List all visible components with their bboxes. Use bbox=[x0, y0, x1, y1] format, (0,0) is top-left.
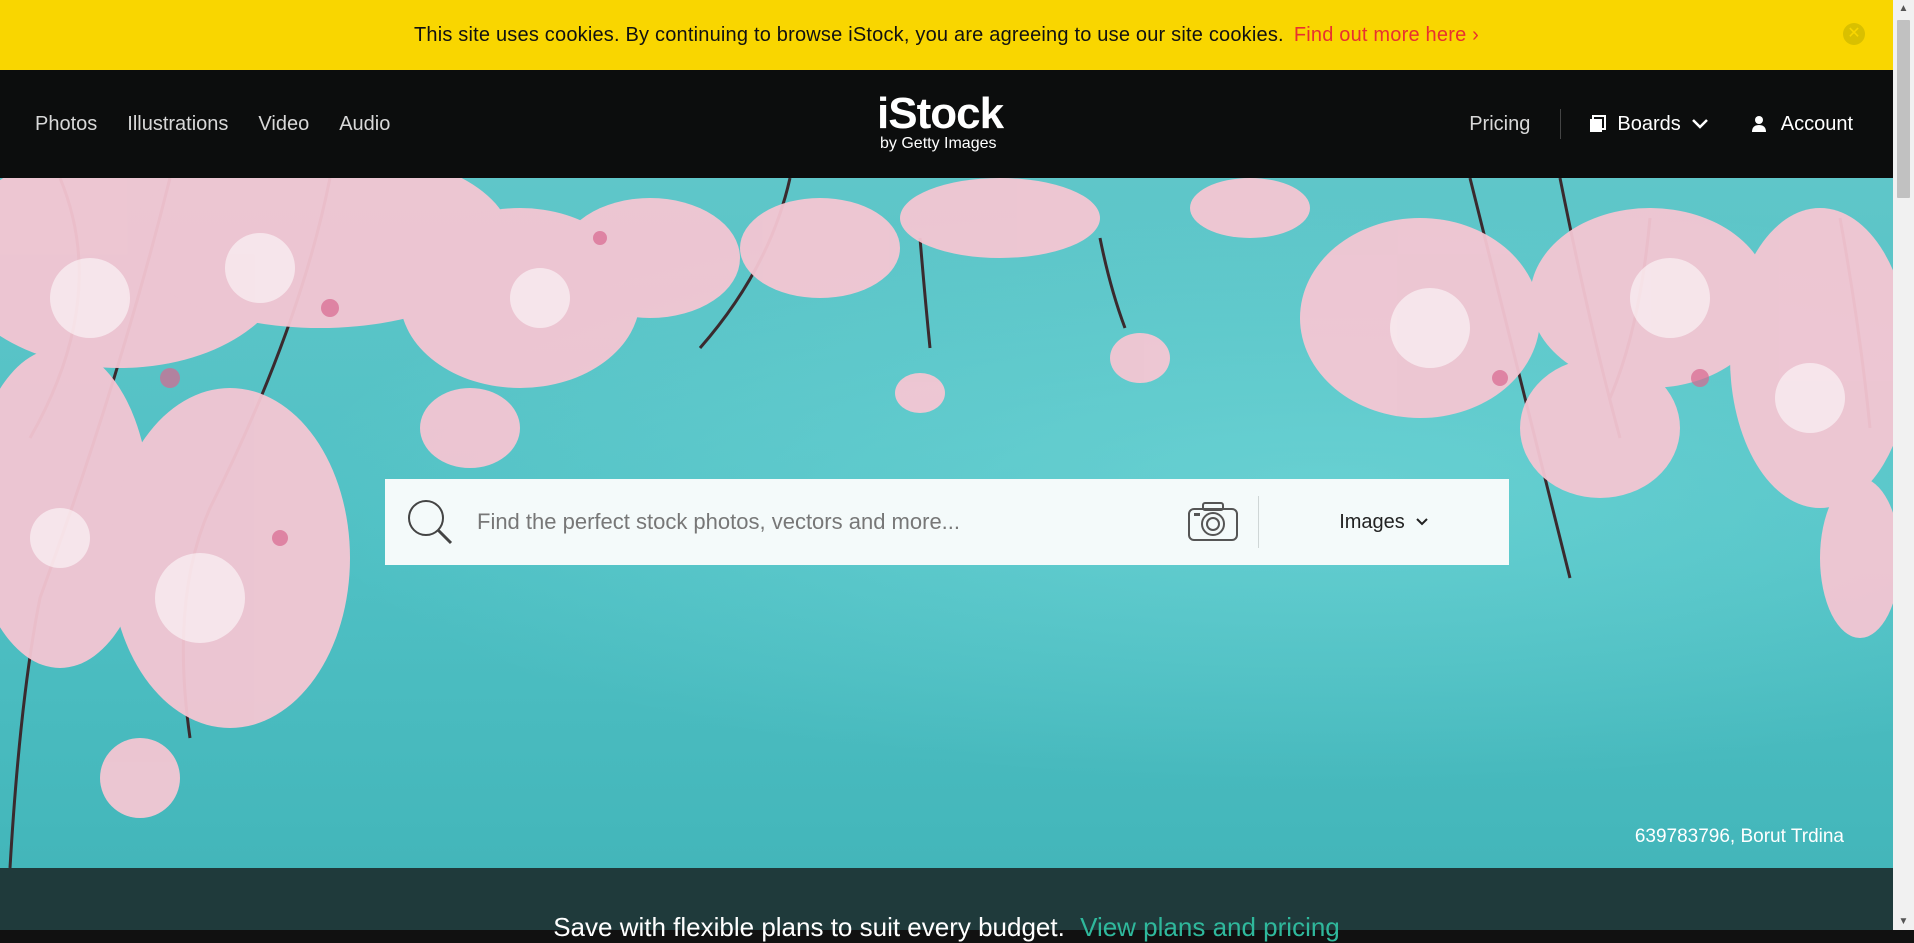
cookie-info-link[interactable]: Find out more here › bbox=[1294, 24, 1479, 47]
promo-text: Save with flexible plans to suit every b… bbox=[553, 912, 1065, 942]
close-icon[interactable]: ✕ bbox=[1843, 23, 1865, 45]
account-label: Account bbox=[1780, 112, 1853, 135]
camera-icon[interactable] bbox=[1168, 502, 1258, 542]
boards-menu[interactable]: Boards bbox=[1589, 113, 1708, 136]
istock-logo[interactable]: iStock by Getty Images bbox=[877, 89, 1004, 152]
media-type-select[interactable]: Images bbox=[1259, 511, 1509, 534]
nav-item-audio[interactable]: Audio bbox=[339, 113, 390, 136]
scroll-down-icon[interactable]: ▼ bbox=[1893, 913, 1914, 930]
user-icon bbox=[1751, 116, 1766, 132]
logo-sub: by Getty Images bbox=[880, 135, 997, 152]
pricing-link[interactable]: Pricing bbox=[1469, 109, 1562, 139]
scroll-up-icon[interactable]: ▲ bbox=[1893, 0, 1914, 17]
chevron-down-icon bbox=[1416, 518, 1428, 526]
image-credit: 639783796, Borut Trdina bbox=[1634, 826, 1844, 847]
top-navbar: Photos Illustrations Video Audio iStock … bbox=[0, 70, 1893, 178]
search-bar: Images bbox=[385, 479, 1509, 565]
boards-label: Boards bbox=[1617, 112, 1681, 135]
media-type-label: Images bbox=[1339, 510, 1405, 533]
nav-item-video[interactable]: Video bbox=[258, 113, 309, 136]
page-scrollbar[interactable]: ▲ ▼ bbox=[1893, 0, 1914, 930]
chevron-down-icon bbox=[1691, 119, 1708, 129]
view-plans-link[interactable]: View plans and pricing bbox=[1080, 912, 1340, 942]
nav-item-illustrations[interactable]: Illustrations bbox=[127, 113, 228, 136]
scroll-thumb[interactable] bbox=[1897, 20, 1910, 198]
nav-right: Pricing Boards Account bbox=[1469, 70, 1853, 178]
cookie-banner: This site uses cookies. By continuing to… bbox=[0, 0, 1893, 70]
search-icon[interactable] bbox=[385, 497, 475, 547]
search-input[interactable] bbox=[475, 491, 1168, 553]
cookie-message: This site uses cookies. By continuing to… bbox=[413, 23, 1284, 46]
nav-item-photos[interactable]: Photos bbox=[35, 113, 97, 136]
promo-strip: Save with flexible plans to suit every b… bbox=[0, 868, 1893, 942]
nav-categories: Photos Illustrations Video Audio bbox=[35, 70, 390, 178]
boards-icon bbox=[1590, 115, 1607, 132]
account-menu[interactable]: Account bbox=[1751, 113, 1853, 136]
hero-banner: Images 639783796, Borut Trdina bbox=[0, 178, 1893, 868]
logo-main: iStock bbox=[877, 89, 1004, 138]
